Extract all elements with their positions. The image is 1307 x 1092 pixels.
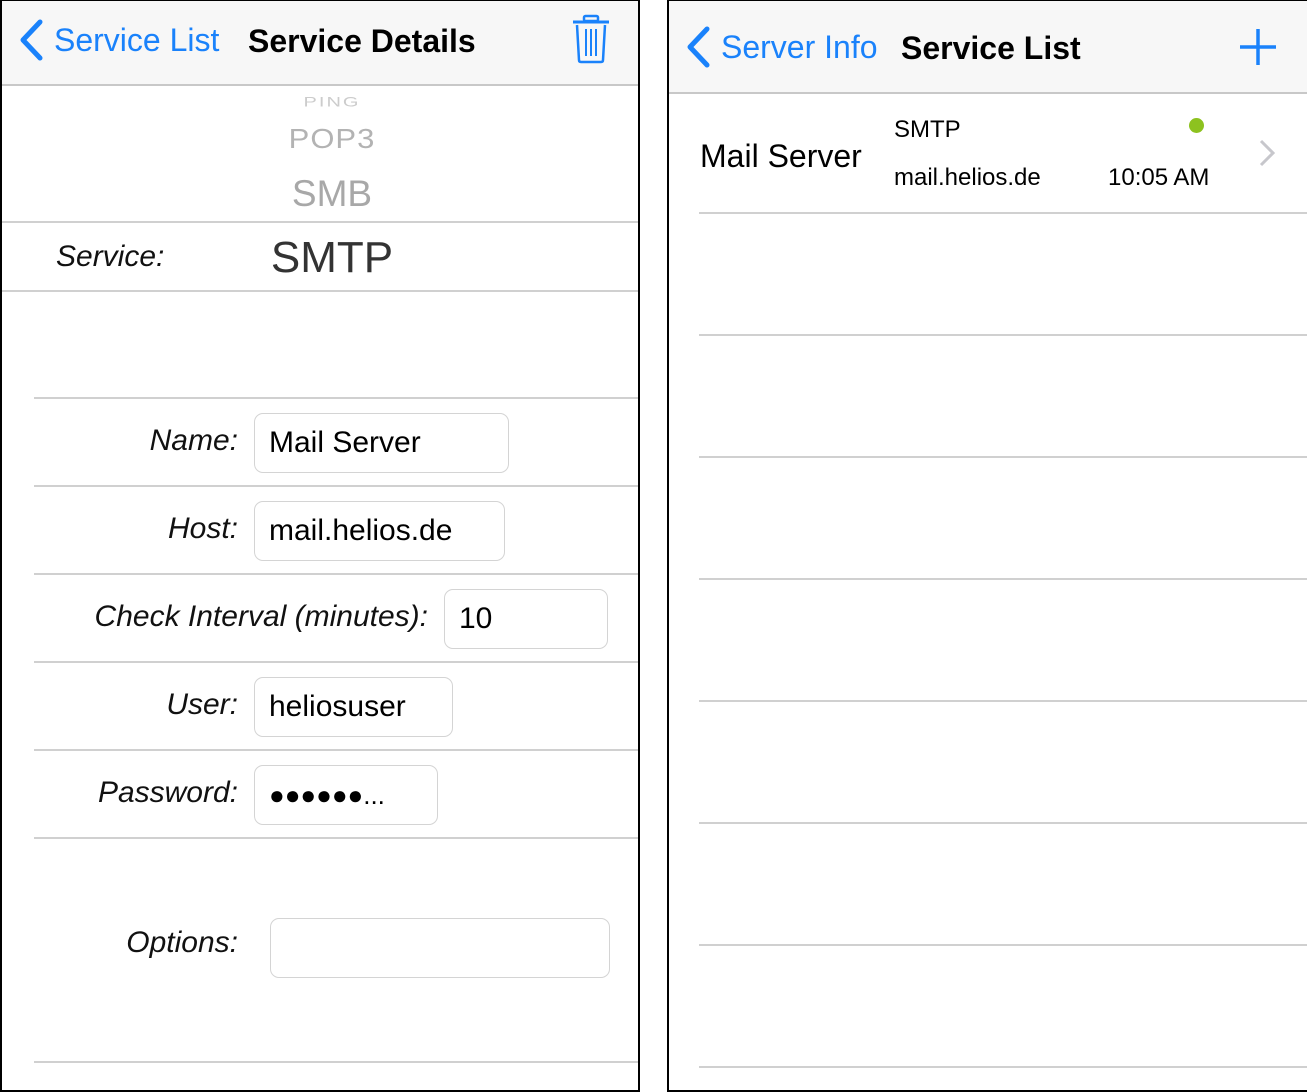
plus-icon (1240, 29, 1276, 65)
delete-button[interactable] (571, 14, 611, 69)
row-divider (34, 485, 638, 487)
service-type: SMTP (894, 116, 961, 143)
row-divider (699, 822, 1307, 824)
picker-divider (2, 221, 638, 223)
password-label: Password: (97, 776, 238, 809)
password-field[interactable]: ●●●●●●... (254, 765, 438, 825)
row-divider (34, 661, 638, 663)
user-label: User: (166, 688, 238, 721)
picker-option[interactable]: POP3 (2, 123, 638, 155)
page-title: Service Details (248, 23, 476, 59)
row-divider (34, 749, 638, 751)
service-host: mail.helios.de (894, 164, 1041, 191)
page-title: Service List (901, 30, 1081, 66)
service-list-item[interactable]: Mail Server SMTP mail.helios.de 10:05 AM (669, 94, 1307, 212)
last-check-time: 10:05 AM (1108, 164, 1210, 191)
row-divider (34, 573, 638, 575)
row-divider (699, 334, 1307, 336)
row-divider (699, 944, 1307, 946)
host-field[interactable]: mail.helios.de (254, 501, 505, 561)
host-label: Host: (167, 512, 238, 545)
navigation-bar: Server Info Service List (669, 1, 1307, 94)
check-interval-field[interactable]: 10 (444, 589, 608, 649)
trash-icon (573, 14, 609, 64)
row-divider (34, 1061, 638, 1063)
row-divider (34, 837, 638, 839)
add-service-button[interactable] (1239, 28, 1277, 71)
check-interval-label: Check Interval (minutes): (94, 600, 428, 633)
chevron-right-icon (1259, 139, 1275, 167)
navigation-bar: Service List Service Details (2, 1, 638, 86)
picker-divider (2, 290, 638, 292)
row-divider (699, 212, 1307, 214)
chevron-left-icon (687, 26, 710, 68)
back-button-label: Service List (54, 21, 220, 58)
back-button-label: Server Info (721, 28, 878, 65)
picker-option[interactable]: PING (2, 94, 638, 110)
user-field[interactable]: heliosuser (254, 677, 453, 737)
back-button[interactable]: Service List (18, 19, 219, 61)
service-name: Mail Server (700, 138, 862, 174)
row-divider (699, 1066, 1307, 1068)
service-details-screen: Service List Service Details PING POP3 S… (0, 0, 640, 1092)
options-field[interactable] (270, 918, 610, 978)
picker-selected[interactable]: SMTP (2, 233, 638, 283)
name-label: Name: (149, 424, 238, 457)
row-divider (699, 456, 1307, 458)
back-button[interactable]: Server Info (685, 26, 878, 68)
row-divider (34, 397, 638, 399)
service-list-screen: Server Info Service List Mail Server SMT… (667, 0, 1307, 1092)
chevron-left-icon (20, 19, 43, 61)
row-divider (699, 700, 1307, 702)
row-divider (699, 578, 1307, 580)
picker-option[interactable]: SMB (2, 173, 638, 215)
name-field[interactable]: Mail Server (254, 413, 509, 473)
options-label: Options: (126, 926, 238, 959)
status-indicator (1189, 118, 1204, 133)
